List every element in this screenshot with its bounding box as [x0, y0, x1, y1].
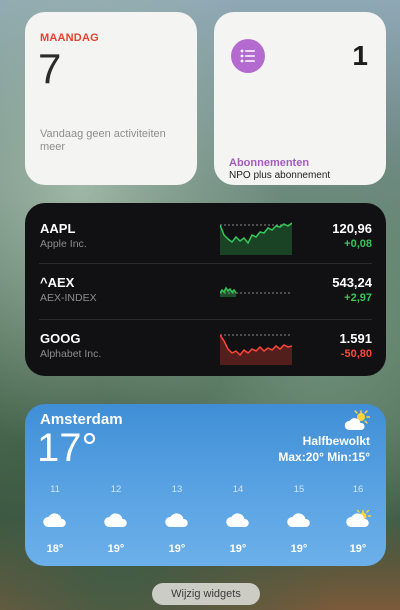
calendar-date: 7	[38, 45, 62, 92]
forecast-hour: 11	[50, 484, 60, 495]
reminders-widget[interactable]: 1 Abonnementen NPO plus abonnement	[214, 12, 386, 185]
stock-sparkline	[220, 334, 292, 365]
partly-sunny-icon	[344, 410, 370, 430]
stock-symbol: AAPL	[40, 221, 76, 236]
partly-sunny-icon	[346, 509, 372, 527]
weather-range: Max:20° Min:15°	[278, 450, 370, 464]
stock-row[interactable]: GOOG Alphabet Inc. 1.591 -50,80	[25, 319, 386, 373]
forecast-temp: 18°	[46, 543, 64, 555]
stock-name: AEX-INDEX	[40, 292, 97, 304]
cloud-icon	[43, 513, 66, 527]
hourly-forecast: 13 19°	[157, 484, 197, 555]
hourly-forecast: 14 19°	[218, 484, 258, 555]
cloud-icon	[226, 513, 249, 527]
stock-symbol: GOOG	[40, 331, 81, 346]
stock-change: +0,08	[344, 238, 372, 250]
forecast-temp: 19°	[168, 543, 186, 555]
hourly-forecast: 11 18°	[35, 484, 75, 555]
calendar-weekday: MAANDAG	[40, 32, 99, 44]
forecast-hour: 15	[293, 484, 305, 495]
hourly-forecast: 16 19°	[338, 484, 378, 555]
weather-widget[interactable]: Amsterdam 17° Halfbewolkt Max:20° Min:15…	[25, 404, 386, 566]
forecast-temp: 19°	[349, 543, 367, 555]
reminders-count: 1	[352, 40, 368, 71]
weather-temperature: 17°	[37, 426, 98, 470]
cloud-icon	[287, 513, 310, 527]
reminders-list-title: Abonnementen	[229, 157, 310, 169]
forecast-temp: 19°	[107, 543, 125, 555]
forecast-temp: 19°	[290, 543, 308, 555]
stock-price: 543,24	[332, 275, 372, 290]
stock-change: +2,97	[344, 292, 372, 304]
cloud-icon	[165, 513, 188, 527]
stock-row[interactable]: AAPL Apple Inc. 120,96 +0,08	[25, 209, 386, 263]
stock-row[interactable]: ^AEX AEX-INDEX 543,24 +2,97	[25, 263, 386, 317]
edit-widgets-button[interactable]: Wijzig widgets	[152, 583, 260, 605]
calendar-widget[interactable]: MAANDAG 7 Vandaag geen activiteiten meer	[25, 12, 197, 185]
forecast-temp: 19°	[229, 543, 247, 555]
stock-change: -50,80	[340, 348, 372, 360]
stock-name: Apple Inc.	[40, 238, 87, 250]
stock-name: Alphabet Inc.	[40, 348, 102, 360]
reminders-item: NPO plus abonnement	[229, 170, 331, 181]
calendar-empty-note: Vandaag geen activiteiten meer	[40, 128, 166, 153]
stock-price: 1.591	[339, 331, 372, 346]
hourly-forecast: 15 19°	[279, 484, 319, 555]
forecast-hour: 12	[110, 484, 122, 495]
list-icon	[231, 39, 265, 73]
stocks-widget[interactable]: AAPL Apple Inc. 120,96 +0,08 ^AEX AEX-IN…	[25, 203, 386, 376]
forecast-hour: 14	[232, 484, 244, 495]
forecast-hour: 16	[352, 484, 364, 495]
weather-condition: Halfbewolkt	[302, 434, 370, 448]
hourly-forecast: 12 19°	[96, 484, 136, 555]
stock-sparkline	[220, 286, 292, 297]
cloud-icon	[104, 513, 127, 527]
stock-sparkline	[220, 222, 292, 255]
stock-symbol: ^AEX	[40, 275, 75, 290]
forecast-hour: 13	[171, 484, 183, 495]
stock-price: 120,96	[332, 221, 372, 236]
